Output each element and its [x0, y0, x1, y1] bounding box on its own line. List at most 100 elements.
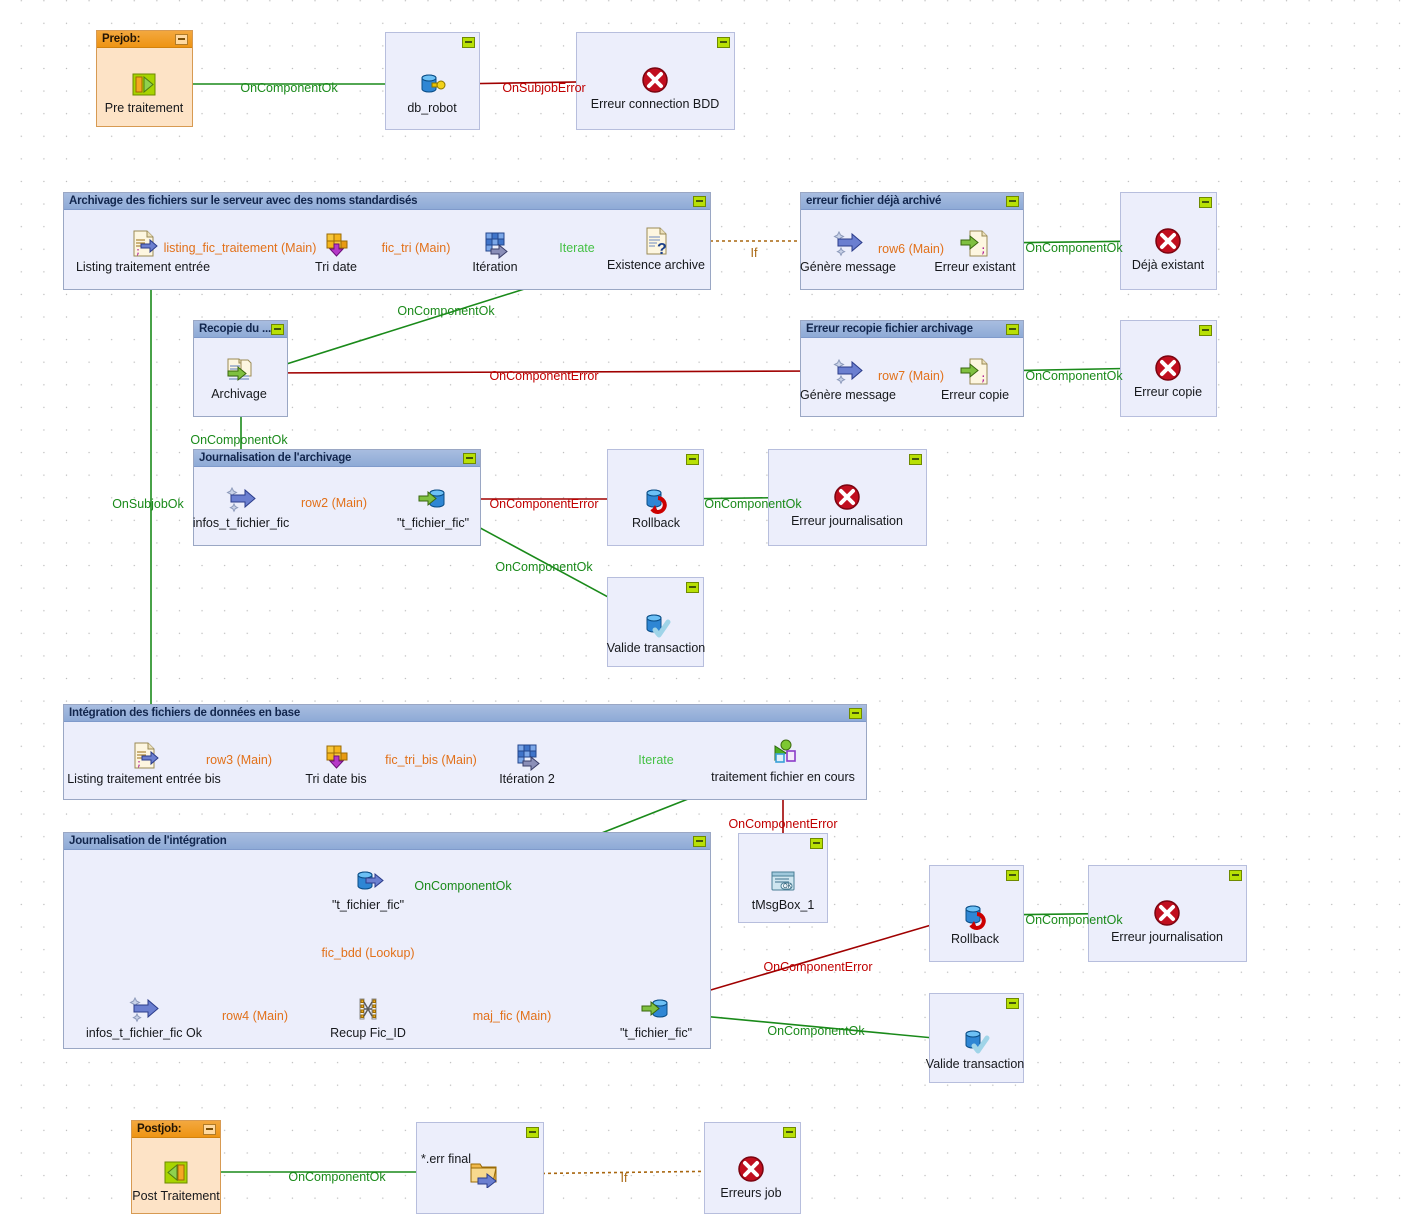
- wire-label-wl9[interactable]: OnComponentOk: [397, 304, 494, 318]
- wire-label-wl32[interactable]: If: [621, 1171, 628, 1185]
- collapse-icon[interactable]: [693, 835, 706, 847]
- collapse-icon[interactable]: [1006, 195, 1019, 207]
- wire-label-wl25[interactable]: row4 (Main): [222, 1009, 288, 1023]
- wire-label-wl1[interactable]: OnComponentOk: [240, 81, 337, 95]
- wire-label-wl28[interactable]: OnComponentOk: [1025, 913, 1122, 927]
- collapse-icon[interactable]: [1006, 323, 1019, 335]
- subjob-titlebar-postjob[interactable]: Postjob:: [132, 1121, 220, 1138]
- fixed-flow-icon[interactable]: [832, 355, 864, 387]
- collapse-icon[interactable]: [463, 452, 476, 464]
- die-error-icon[interactable]: [831, 481, 863, 513]
- wire-label-wl27[interactable]: OnComponentError: [763, 960, 872, 974]
- db-commit-icon[interactable]: [959, 1024, 991, 1056]
- die-error-icon[interactable]: [1152, 352, 1184, 384]
- collapse-icon[interactable]: [1006, 998, 1019, 1009]
- map-icon[interactable]: [352, 993, 384, 1025]
- wire-label-wl22[interactable]: OnComponentError: [728, 817, 837, 831]
- folder-list-icon[interactable]: [468, 1156, 500, 1190]
- collapse-icon[interactable]: [1006, 870, 1019, 881]
- subjob-titlebar-archivage[interactable]: Archivage des fichiers sur le serveur av…: [64, 193, 710, 210]
- collapse-icon[interactable]: [686, 582, 699, 593]
- collapse-icon[interactable]: [849, 707, 862, 719]
- wire-label-wl20[interactable]: fic_tri_bis (Main): [385, 753, 477, 767]
- wire-label-wl13[interactable]: OnComponentOk: [190, 433, 287, 447]
- collapse-icon[interactable]: [1199, 325, 1212, 336]
- sort-row-icon[interactable]: [320, 227, 352, 259]
- fixed-flow-icon[interactable]: [128, 993, 160, 1025]
- wire-label-wl2[interactable]: OnSubjobError: [502, 81, 585, 95]
- wire-label-wl8[interactable]: OnComponentOk: [1025, 241, 1122, 255]
- collapse-icon[interactable]: [693, 195, 706, 207]
- job-designer-canvas[interactable]: Prejob: Archivage des fichiers sur le ser…: [0, 0, 1401, 1216]
- wire-label-wl24[interactable]: fic_bdd (Lookup): [321, 946, 414, 960]
- file-list-icon[interactable]: ;: [128, 739, 160, 771]
- wire-label-wl16[interactable]: OnComponentError: [489, 497, 598, 511]
- wire-label-wl18[interactable]: OnComponentOk: [495, 560, 592, 574]
- fixed-flow-icon[interactable]: [832, 227, 864, 259]
- subjob-titlebar-prejob[interactable]: Prejob:: [97, 31, 192, 48]
- msgbox-icon[interactable]: OK: [767, 865, 799, 897]
- collapse-icon[interactable]: [526, 1127, 539, 1138]
- wire-label-wl31[interactable]: *.err final: [421, 1152, 471, 1166]
- db-rollback-icon[interactable]: [640, 483, 672, 515]
- collapse-icon[interactable]: [1199, 197, 1212, 208]
- collapse-icon[interactable]: [909, 454, 922, 465]
- die-error-icon[interactable]: [735, 1153, 767, 1185]
- sort-row-icon[interactable]: [320, 739, 352, 771]
- svg-text:;: ;: [980, 243, 987, 256]
- run-job-icon[interactable]: [767, 737, 799, 769]
- subjob-titlebar-recopie[interactable]: Recopie du ...: [194, 321, 287, 338]
- wire-label-wl30[interactable]: OnComponentOk: [288, 1170, 385, 1184]
- file-out-icon[interactable]: ;: [959, 227, 991, 259]
- flowto-iterate-icon[interactable]: [511, 739, 543, 772]
- db-connection-icon[interactable]: [416, 68, 448, 100]
- subjob-titlebar-journ_integ[interactable]: Journalisation de l'intégration: [64, 833, 710, 850]
- wire-label-wl12[interactable]: OnComponentOk: [1025, 369, 1122, 383]
- die-error-icon[interactable]: [1152, 225, 1184, 257]
- collapse-icon[interactable]: [462, 37, 475, 48]
- wire-label-wl23[interactable]: OnComponentOk: [414, 879, 511, 893]
- wire-label-wl19[interactable]: row3 (Main): [206, 753, 272, 767]
- wire-label-wl15[interactable]: row2 (Main): [301, 496, 367, 510]
- db-commit-icon[interactable]: [640, 608, 672, 640]
- flowto-iterate-icon[interactable]: [479, 227, 511, 260]
- wire-label-wl14[interactable]: OnSubjobOk: [112, 497, 184, 511]
- collapse-icon[interactable]: [810, 838, 823, 849]
- collapse-icon[interactable]: [783, 1127, 796, 1138]
- tprejob-icon[interactable]: [128, 68, 160, 100]
- wire-label-wl5[interactable]: Iterate: [559, 241, 594, 255]
- wire-label-wl4[interactable]: fic_tri (Main): [382, 241, 451, 255]
- db-output-icon[interactable]: [640, 993, 672, 1025]
- collapse-icon[interactable]: [717, 37, 730, 48]
- collapse-icon[interactable]: [203, 1123, 216, 1135]
- tpostjob-icon[interactable]: [160, 1156, 192, 1188]
- wire-label-wl7[interactable]: row6 (Main): [878, 242, 944, 256]
- db-input-icon[interactable]: [352, 865, 384, 897]
- collapse-icon[interactable]: [175, 33, 188, 45]
- wire-label-wl11[interactable]: row7 (Main): [878, 369, 944, 383]
- die-error-icon[interactable]: [1151, 897, 1183, 929]
- file-copy-icon[interactable]: [223, 354, 255, 386]
- wire-label-wl26[interactable]: maj_fic (Main): [473, 1009, 552, 1023]
- file-out-icon[interactable]: ;: [959, 355, 991, 387]
- fixed-flow-icon[interactable]: [225, 483, 257, 515]
- wire-label-wl21[interactable]: Iterate: [638, 753, 673, 767]
- subjob-titlebar-journ_arch[interactable]: Journalisation de l'archivage: [194, 450, 480, 467]
- db-rollback-icon[interactable]: [959, 899, 991, 931]
- subjob-titlebar-erreur_deja[interactable]: erreur fichier déjà archivé: [801, 193, 1023, 210]
- collapse-icon[interactable]: [686, 454, 699, 465]
- subjob-titlebar-integration[interactable]: Intégration des fichiers de données en b…: [64, 705, 866, 722]
- die-error-icon[interactable]: [639, 64, 671, 96]
- file-list-icon[interactable]: ;: [127, 227, 159, 259]
- subjob-titlebar-err_recopie[interactable]: Erreur recopie fichier archivage: [801, 321, 1023, 338]
- wire-label-wl17[interactable]: OnComponentOk: [704, 497, 801, 511]
- db-output-icon[interactable]: [417, 483, 449, 515]
- collapse-icon[interactable]: [270, 323, 284, 335]
- subjob-journ_integ[interactable]: Journalisation de l'intégration: [63, 832, 711, 1049]
- wire-label-wl10[interactable]: OnComponentError: [489, 369, 598, 383]
- collapse-icon[interactable]: [1229, 870, 1242, 881]
- wire-label-wl6[interactable]: If: [751, 246, 758, 260]
- file-exist-icon[interactable]: ?: [640, 225, 672, 258]
- wire-label-wl29[interactable]: OnComponentOk: [767, 1024, 864, 1038]
- wire-label-wl3[interactable]: listing_fic_traitement (Main): [164, 241, 317, 255]
